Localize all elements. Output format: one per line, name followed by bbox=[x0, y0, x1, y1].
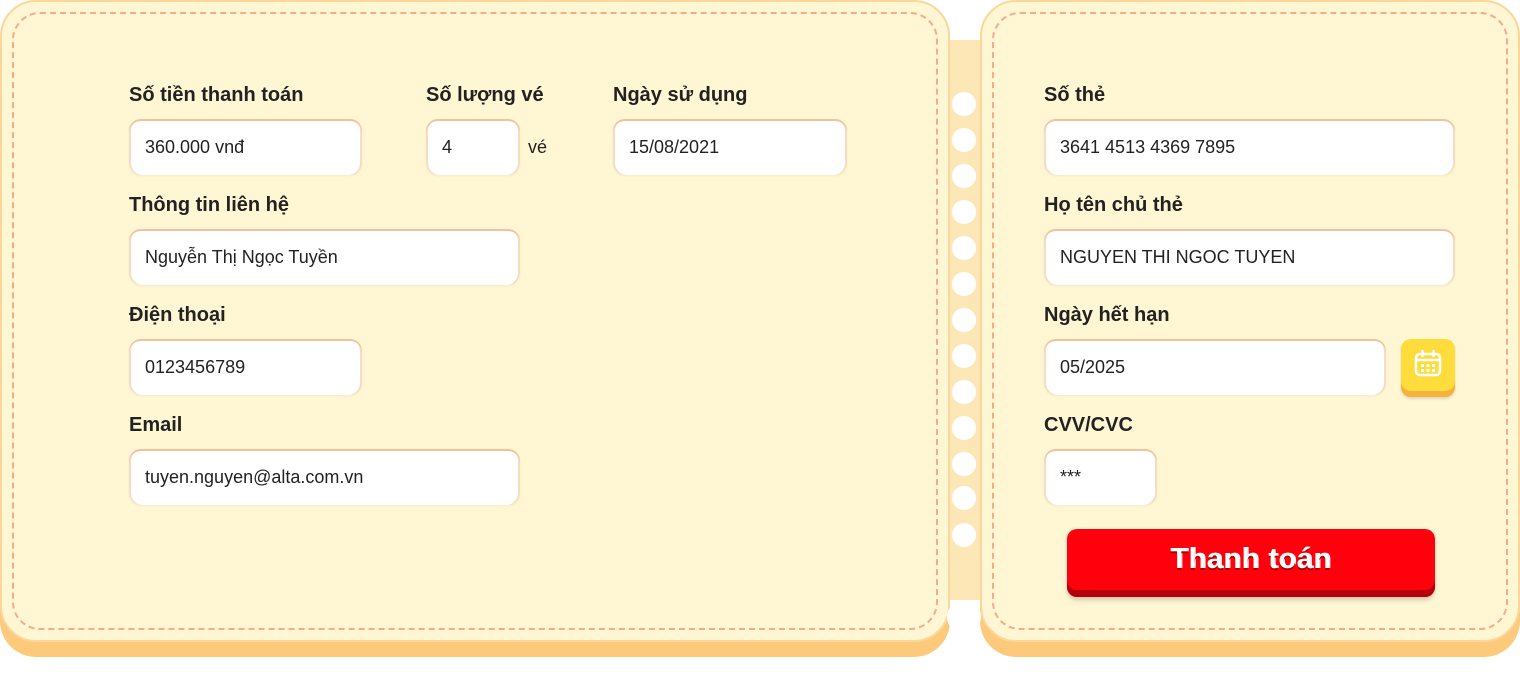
email-field[interactable]: tuyen.nguyen@alta.com.vn bbox=[129, 449, 520, 505]
amount-label: Số tiền thanh toán bbox=[129, 84, 304, 106]
perforation-hole bbox=[952, 128, 976, 152]
card-holder-label: Họ tên chủ thẻ bbox=[1044, 194, 1183, 216]
expiry-field[interactable]: 05/2025 bbox=[1044, 339, 1386, 395]
perforation-hole bbox=[952, 416, 976, 440]
card-number-label: Số thẻ bbox=[1044, 84, 1106, 106]
calendar-button[interactable] bbox=[1401, 339, 1455, 397]
submit-payment-button[interactable]: Thanh toán bbox=[1067, 529, 1435, 597]
card-holder-field[interactable]: NGUYEN THI NGOC TUYEN bbox=[1044, 229, 1455, 285]
perforation-hole bbox=[952, 92, 976, 116]
use-date-field[interactable]: 15/08/2021 bbox=[613, 119, 847, 175]
perforation-hole bbox=[952, 523, 976, 547]
perforation-hole bbox=[952, 344, 976, 368]
perforation-hole bbox=[952, 272, 976, 296]
perforation-hole bbox=[952, 452, 976, 476]
amount-field[interactable]: 360.000 vnđ bbox=[129, 119, 362, 175]
cvv-field[interactable]: *** bbox=[1044, 449, 1157, 505]
quantity-unit: vé bbox=[528, 137, 548, 157]
quantity-label: Số lượng vé bbox=[426, 84, 544, 106]
perforation-hole bbox=[952, 380, 976, 404]
perforation-hole bbox=[952, 486, 976, 510]
perforation-hole bbox=[952, 236, 976, 260]
phone-label: Điện thoại bbox=[129, 304, 226, 326]
top-notch bbox=[947, 0, 981, 16]
cvv-label: CVV/CVC bbox=[1044, 414, 1133, 436]
perforation-hole bbox=[952, 164, 976, 188]
use-date-label: Ngày sử dụng bbox=[613, 84, 748, 106]
expiry-label: Ngày hết hạn bbox=[1044, 304, 1170, 326]
phone-field[interactable]: 0123456789 bbox=[129, 339, 362, 395]
perforation-hole bbox=[952, 200, 976, 224]
bottom-notch bbox=[947, 600, 981, 634]
email-label: Email bbox=[129, 414, 183, 436]
perforation-hole bbox=[952, 308, 976, 332]
quantity-field[interactable]: 4 bbox=[426, 119, 520, 175]
contact-name-field[interactable]: Nguyễn Thị Ngọc Tuyền bbox=[129, 229, 520, 285]
calendar-icon bbox=[1413, 348, 1443, 383]
card-number-field[interactable]: 3641 4513 4369 7895 bbox=[1044, 119, 1455, 175]
contact-label: Thông tin liên hệ bbox=[129, 194, 289, 216]
